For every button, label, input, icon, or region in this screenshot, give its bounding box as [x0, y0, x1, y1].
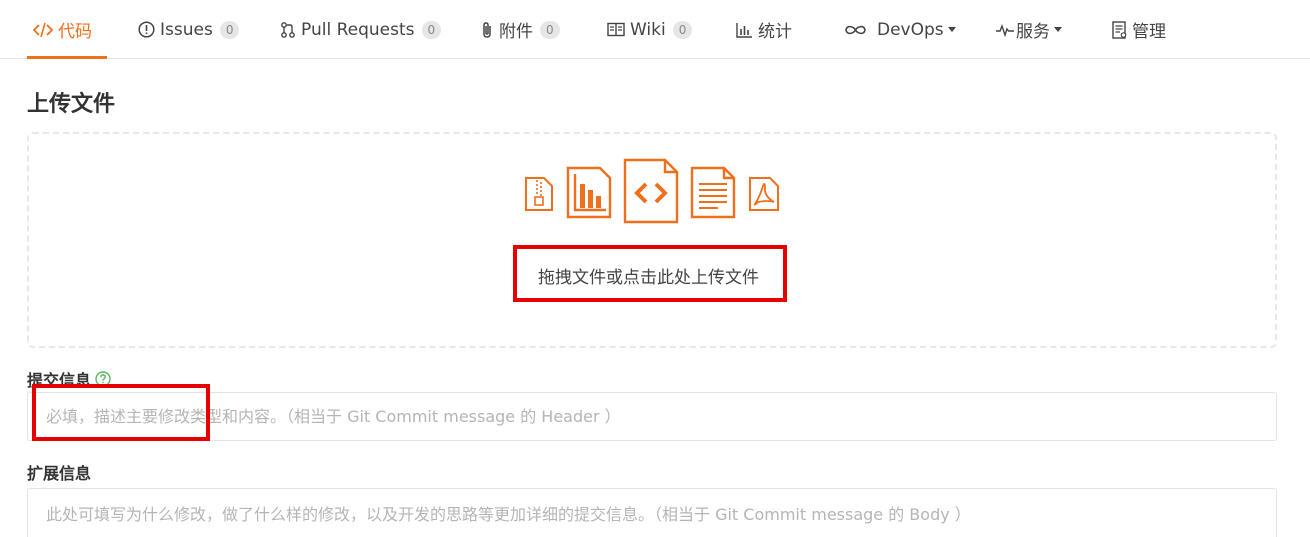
commit-message-label: 提交信息: [27, 367, 111, 391]
pulse-icon: [996, 23, 1014, 37]
extended-message-input[interactable]: [27, 488, 1277, 537]
chevron-down-icon: [1054, 27, 1062, 32]
issues-count-badge: 0: [219, 20, 240, 39]
tab-devops[interactable]: DevOps: [844, 0, 956, 59]
file-type-icons: [521, 158, 783, 224]
page-title: 上传文件: [27, 92, 116, 117]
tab-services[interactable]: 服务: [996, 0, 1062, 59]
tab-pull-requests-label: Pull Requests: [301, 19, 415, 40]
tab-wiki[interactable]: Wiki 0: [607, 0, 693, 59]
book-icon: [607, 22, 625, 37]
tab-statistics-label: 统计: [758, 22, 792, 42]
attachments-count-badge: 0: [540, 20, 560, 39]
infinity-icon: [844, 24, 867, 36]
clipboard-icon: [1112, 20, 1127, 39]
tab-issues[interactable]: Issues 0: [138, 0, 240, 59]
code-icon: [33, 22, 53, 38]
paperclip-icon: [480, 21, 494, 39]
chevron-down-icon: [947, 27, 956, 32]
help-icon[interactable]: [95, 371, 111, 387]
zip-file-icon: [524, 176, 554, 216]
tab-management-label: 管理: [1132, 22, 1166, 42]
commit-message-label-text: 提交信息: [27, 371, 92, 390]
tab-management[interactable]: 管理: [1112, 0, 1166, 59]
repo-tab-bar: 代码 Issues 0 Pull Requests 0 附件 0 Wiki 0 …: [0, 0, 1310, 59]
tab-issues-label: Issues: [160, 19, 213, 40]
bar-chart-icon: [736, 22, 753, 38]
wiki-count-badge: 0: [672, 20, 693, 39]
chart-file-icon: [566, 166, 612, 223]
extended-message-label: 扩展信息: [27, 464, 92, 483]
tab-services-label: 服务: [1016, 22, 1050, 42]
upload-prompt[interactable]: 拖拽文件或点击此处上传文件: [538, 263, 759, 288]
active-tab-indicator: [27, 56, 107, 59]
tab-code-label: 代码: [58, 22, 92, 42]
pull-requests-count-badge: 0: [421, 20, 442, 39]
pdf-file-icon: [748, 176, 780, 216]
tab-devops-label: DevOps: [877, 19, 944, 40]
pull-request-icon: [280, 21, 296, 39]
tab-pull-requests[interactable]: Pull Requests 0: [280, 0, 442, 59]
text-file-icon: [690, 166, 736, 223]
tab-code[interactable]: 代码: [33, 0, 92, 59]
tab-wiki-label: Wiki: [630, 19, 666, 40]
commit-message-input[interactable]: [27, 392, 1277, 441]
alert-circle-icon: [138, 21, 155, 38]
code-file-icon: [623, 158, 679, 228]
tab-statistics[interactable]: 统计: [736, 0, 792, 59]
tab-attachments[interactable]: 附件 0: [480, 0, 560, 59]
tab-attachments-label: 附件: [499, 22, 533, 42]
